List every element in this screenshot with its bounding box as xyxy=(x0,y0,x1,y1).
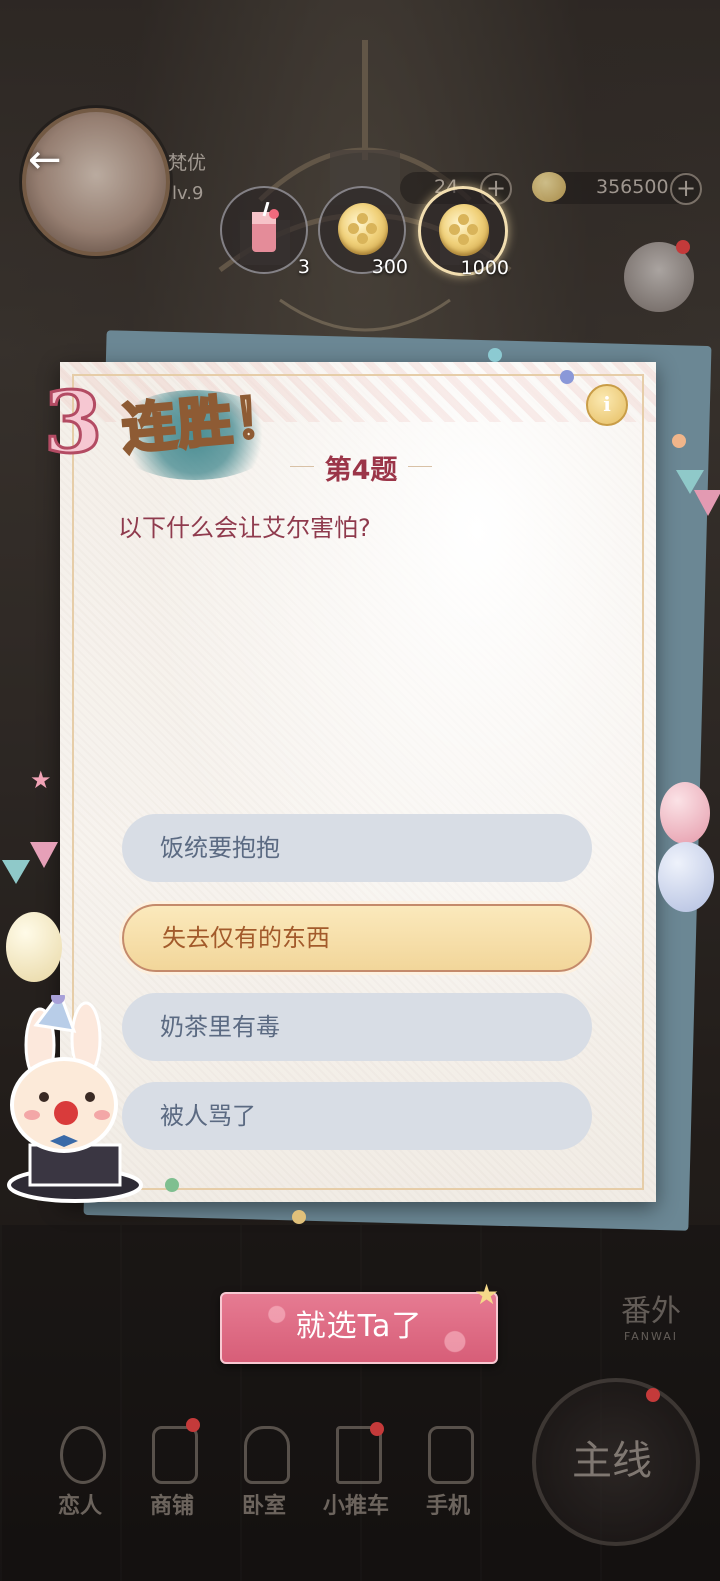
streak-badge: 3 连胜！ xyxy=(40,373,310,478)
nav-label: 商铺 xyxy=(149,1494,194,1519)
fanwai-button[interactable]: 番外 FANWAI xyxy=(606,1286,696,1366)
answer-option-selected[interactable]: 失去仅有的东西 xyxy=(122,904,592,972)
reward-count: 1000 xyxy=(460,257,509,279)
reward-count: 300 xyxy=(371,256,408,278)
balloon-pink xyxy=(660,782,710,844)
phone-icon xyxy=(428,1426,474,1484)
answer-option[interactable]: 饭统要抱抱 xyxy=(122,814,592,882)
lover-icon xyxy=(60,1426,106,1484)
bottom-nav: 恋人 商铺 卧室 小推车 手机 xyxy=(40,1420,500,1530)
notification-dot xyxy=(370,1422,384,1436)
currency-value-2: 356500 xyxy=(596,176,669,198)
back-arrow-icon[interactable]: ← xyxy=(28,140,84,180)
fanwai-label-en: FANWAI xyxy=(623,1330,679,1343)
player-name: 梵优 xyxy=(168,152,207,174)
nav-label: 手机 xyxy=(425,1494,470,1519)
bunting-flag xyxy=(2,860,30,884)
confirm-button[interactable]: 就选Ta了 xyxy=(220,1292,498,1364)
garland-bead xyxy=(292,1210,306,1224)
bunting-flag xyxy=(694,490,720,516)
garland-bead xyxy=(165,1178,179,1192)
bunting-flag xyxy=(30,842,58,868)
garland-bead xyxy=(488,348,502,362)
question-text: 以下什么会让艾尔害怕? xyxy=(118,514,371,542)
notification-dot xyxy=(186,1418,200,1432)
gold-coin-icon xyxy=(439,204,489,256)
nav-label: 小推车 xyxy=(322,1494,389,1519)
garland-bead xyxy=(560,370,574,384)
bedroom-icon xyxy=(244,1426,290,1484)
shop-bag-icon xyxy=(152,1426,198,1484)
main-story-label: 主线 xyxy=(572,1438,652,1484)
streak-text: 连胜！ xyxy=(118,382,294,462)
reward-drink: 3 xyxy=(220,186,310,278)
divider xyxy=(290,466,314,467)
balloon-yellow xyxy=(6,912,62,982)
nav-item-shop[interactable]: 商铺 xyxy=(132,1420,212,1530)
reward-count: 3 xyxy=(297,256,310,278)
fanwai-label: 番外 xyxy=(621,1294,681,1329)
nav-item-lover[interactable]: 恋人 xyxy=(40,1420,120,1530)
nav-item-bedroom[interactable]: 卧室 xyxy=(224,1420,304,1530)
streak-number: 3 xyxy=(42,373,103,472)
player-level: lv.9 xyxy=(172,183,204,204)
answer-option[interactable]: 奶茶里有毒 xyxy=(122,993,592,1061)
question-number: 第4题 xyxy=(324,455,398,486)
balloon-blue xyxy=(658,842,714,912)
garland-bead xyxy=(672,434,686,448)
nav-item-phone[interactable]: 手机 xyxy=(408,1420,488,1530)
star-icon: ★ xyxy=(474,1278,500,1311)
bunny-mascot-icon xyxy=(7,995,143,1203)
drink-icon xyxy=(252,202,279,252)
card-frame xyxy=(72,374,644,1190)
star-icon: ★ xyxy=(30,766,52,794)
nav-label: 恋人 xyxy=(57,1494,102,1519)
coin-icon xyxy=(532,172,566,202)
game-scene: ← 梵优 lv.9 24 + 356500 + 3 300 1000 3 连胜！… xyxy=(0,0,720,1581)
notification-dot xyxy=(676,240,690,254)
nav-item-cart[interactable]: 小推车 xyxy=(316,1420,396,1530)
notification-dot xyxy=(646,1388,660,1402)
divider xyxy=(408,466,432,467)
add-currency-2-icon[interactable]: + xyxy=(670,173,702,205)
info-icon[interactable]: i xyxy=(586,384,628,426)
answer-option[interactable]: 被人骂了 xyxy=(122,1082,592,1150)
reward-coin-300: 300 xyxy=(318,186,408,278)
reward-coin-1000: 1000 xyxy=(418,186,509,279)
gold-coin-icon xyxy=(338,203,388,255)
nav-label: 卧室 xyxy=(241,1494,286,1519)
